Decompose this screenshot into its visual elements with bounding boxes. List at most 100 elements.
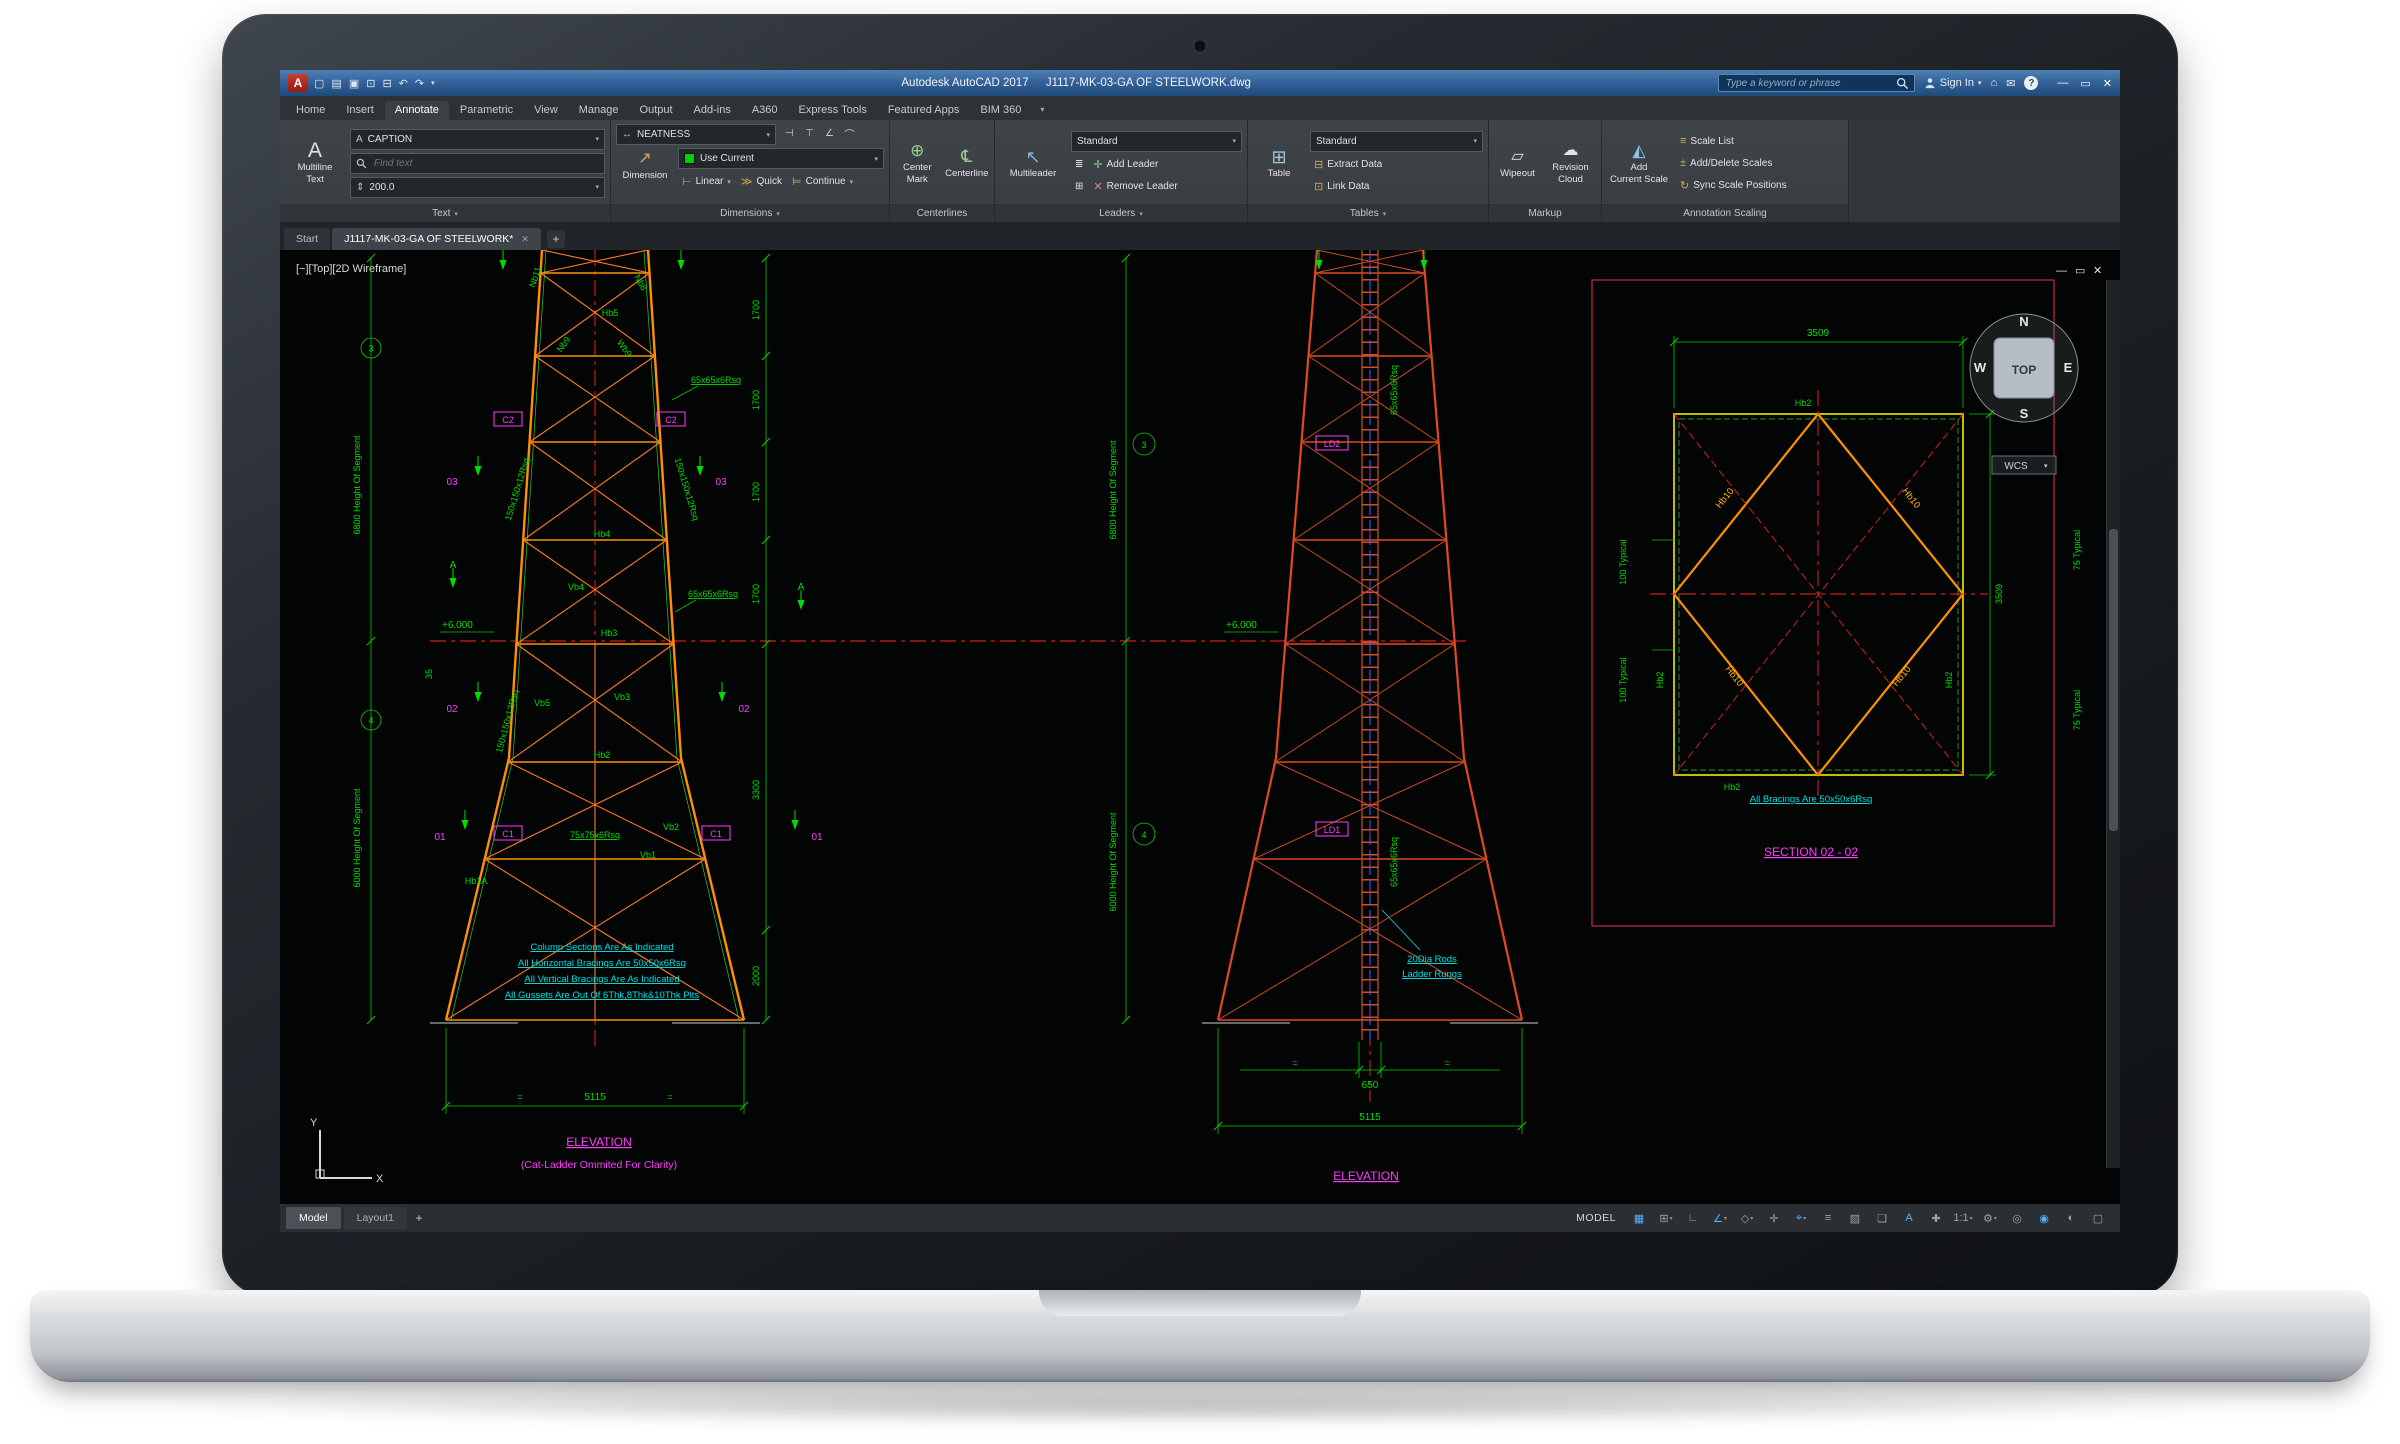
workspace-icon[interactable]: ⚙▾ <box>1978 1208 2002 1228</box>
find-text-box[interactable] <box>350 153 605 174</box>
panel-label-leaders[interactable]: Leaders ▾ <box>995 204 1247 222</box>
tab-express-tools[interactable]: Express Tools <box>789 101 877 120</box>
tab-insert[interactable]: Insert <box>336 101 384 120</box>
collect-leaders-icon[interactable]: ⊞ <box>1071 177 1087 196</box>
qat-customize-icon[interactable]: ▾ <box>431 79 435 87</box>
app-store-icon[interactable]: ⌂ <box>1991 77 1998 89</box>
model-tab[interactable]: Model <box>286 1207 341 1229</box>
annotation-visibility-icon[interactable]: A <box>1897 1208 1921 1228</box>
tab-addins[interactable]: Add-ins <box>684 101 741 120</box>
text-style-dropdown[interactable]: A CAPTION ▾ <box>350 129 605 150</box>
file-tab-start[interactable]: Start <box>284 228 330 250</box>
save-as-icon[interactable]: ⊡ <box>366 77 375 90</box>
save-icon[interactable]: ▣ <box>349 77 359 90</box>
clean-screen-icon[interactable]: ▢ <box>2086 1208 2110 1228</box>
tab-parametric[interactable]: Parametric <box>450 101 523 120</box>
viewcube-east[interactable]: E <box>2064 360 2073 375</box>
dim-layer-dropdown[interactable]: Use Current ▾ <box>678 148 884 169</box>
file-tab-close-icon[interactable]: ✕ <box>521 234 529 245</box>
new-drawing-tab-button[interactable]: + <box>547 230 565 248</box>
object-snap-icon[interactable]: ⌖▾ <box>1789 1208 1813 1228</box>
layout1-tab[interactable]: Layout1 <box>344 1207 407 1229</box>
tab-annotate[interactable]: Annotate <box>385 101 449 120</box>
panel-label-centerlines[interactable]: Centerlines <box>890 204 994 222</box>
close-button[interactable]: ✕ <box>2103 77 2112 90</box>
wipeout-button[interactable]: ▱ Wipeout <box>1495 124 1541 202</box>
ortho-icon[interactable]: ∟ <box>1681 1208 1705 1228</box>
drawing-close-icon[interactable]: ✕ <box>2093 265 2102 277</box>
restore-button[interactable]: ▭ <box>2080 77 2090 90</box>
panel-label-tables[interactable]: Tables ▾ <box>1248 204 1488 222</box>
align-leaders-icon[interactable]: ≣ <box>1071 155 1087 174</box>
help-icon[interactable]: ? <box>2024 76 2038 90</box>
print-icon[interactable]: ⊟ <box>382 77 391 90</box>
tab-view[interactable]: View <box>524 101 568 120</box>
panel-label-markup[interactable]: Markup <box>1489 204 1601 222</box>
continue-dimension-button[interactable]: ⊨ Continue ▾ <box>788 172 857 191</box>
revision-cloud-button[interactable]: ☁ Revision Cloud <box>1546 124 1596 202</box>
tab-bim360[interactable]: BIM 360 <box>970 101 1031 120</box>
mleader-style-dropdown[interactable]: Standard ▾ <box>1071 131 1242 152</box>
app-menu-button[interactable]: A <box>288 74 308 92</box>
dim-style-dropdown[interactable]: ↔ NEATNESS ▾ <box>616 124 776 145</box>
multiline-text-button[interactable]: A Multiline Text <box>285 124 345 202</box>
add-current-scale-button[interactable]: ◭ Add Current Scale <box>1607 124 1671 202</box>
drawing-window-controls[interactable]: — ▭ ✕ <box>2056 265 2102 277</box>
panel-label-annotation-scaling[interactable]: Annotation Scaling <box>1602 204 1848 222</box>
dim-break-icon[interactable]: ⊣ <box>780 124 799 143</box>
table-button[interactable]: ⊞ Table <box>1253 124 1305 202</box>
centerline-button[interactable]: ℄ Centerline <box>945 124 990 202</box>
drawing-area[interactable]: [−][Top][2D Wireframe] — ▭ ✕ <box>280 250 2120 1204</box>
add-leader-button[interactable]: ✛ Add Leader <box>1089 155 1162 174</box>
dim-angular-icon[interactable]: ∠ <box>820 124 839 143</box>
autoscale-icon[interactable]: ✚ <box>1924 1208 1948 1228</box>
file-tab-document[interactable]: J1117-MK-03-GA OF STEELWORK* ✕ <box>332 228 541 250</box>
transparency-icon[interactable]: ▨ <box>1843 1208 1867 1228</box>
annotation-scale-button[interactable]: 1:1▾ <box>1951 1208 1975 1228</box>
wcs-dropdown[interactable]: WCS ▾ <box>1992 456 2056 474</box>
dim-arc-icon[interactable]: ⌒ <box>840 124 859 143</box>
panel-label-dimensions[interactable]: Dimensions ▾ <box>611 204 889 222</box>
undo-icon[interactable]: ↶ <box>399 77 408 90</box>
scrollbar-thumb[interactable] <box>2109 529 2118 831</box>
viewcube-west[interactable]: W <box>1974 360 1987 375</box>
snap-mode-icon[interactable]: ⊞▾ <box>1654 1208 1678 1228</box>
link-data-button[interactable]: ⊡ Link Data <box>1310 177 1483 196</box>
tab-featured-apps[interactable]: Featured Apps <box>878 101 970 120</box>
viewcube-south[interactable]: S <box>2020 406 2029 421</box>
remove-leader-button[interactable]: ✕ Remove Leader <box>1089 177 1181 196</box>
quick-dimension-button[interactable]: ≫ Quick <box>737 172 786 191</box>
ribbon-display-toggle-icon[interactable]: ▾ <box>1040 105 1044 120</box>
drawing-minimize-icon[interactable]: — <box>2056 265 2067 277</box>
isolate-objects-icon[interactable]: ◐ <box>2059 1208 2083 1228</box>
stay-connected-icon[interactable]: ✉ <box>2006 77 2015 90</box>
dim-adjust-space-icon[interactable]: ⊤ <box>800 124 819 143</box>
viewcube[interactable]: TOP N W E S <box>1970 314 2078 422</box>
lineweight-icon[interactable]: ≡ <box>1816 1208 1840 1228</box>
tab-output[interactable]: Output <box>630 101 683 120</box>
signin-button[interactable]: Sign In ▾ <box>1924 77 1982 89</box>
sync-scale-positions-button[interactable]: ↻ Sync Scale Positions <box>1676 176 1843 195</box>
selection-cycling-icon[interactable]: ❏ <box>1870 1208 1894 1228</box>
add-delete-scales-button[interactable]: ± Add/Delete Scales <box>1676 154 1843 173</box>
tab-home[interactable]: Home <box>286 101 335 120</box>
table-style-dropdown[interactable]: Standard ▾ <box>1310 131 1483 152</box>
find-text-input[interactable] <box>372 157 599 170</box>
center-mark-button[interactable]: ⊕ Center Mark <box>895 124 940 202</box>
redo-icon[interactable]: ↷ <box>415 77 424 90</box>
extract-data-button[interactable]: ⊟ Extract Data <box>1310 155 1483 174</box>
viewport-controls[interactable]: [−][Top][2D Wireframe] <box>296 263 406 275</box>
tab-manage[interactable]: Manage <box>569 101 629 120</box>
text-height-dropdown[interactable]: ⇕ 200.0 ▾ <box>350 177 605 198</box>
isometric-drafting-icon[interactable]: ◇▾ <box>1735 1208 1759 1228</box>
minimize-button[interactable]: — <box>2057 77 2068 90</box>
multileader-button[interactable]: ↖ Multileader <box>1000 124 1066 202</box>
linear-dimension-button[interactable]: ⊢ Linear ▾ <box>678 172 735 191</box>
grid-icon[interactable]: ▦ <box>1627 1208 1651 1228</box>
search-input[interactable] <box>1724 77 1892 90</box>
scale-list-button[interactable]: ≡ Scale List <box>1676 132 1843 151</box>
help-search-box[interactable] <box>1718 74 1915 92</box>
dimension-button[interactable]: ↗ Dimension <box>616 148 674 182</box>
annotation-monitor-icon[interactable]: ◎ <box>2005 1208 2029 1228</box>
open-icon[interactable]: ▤ <box>331 77 341 90</box>
